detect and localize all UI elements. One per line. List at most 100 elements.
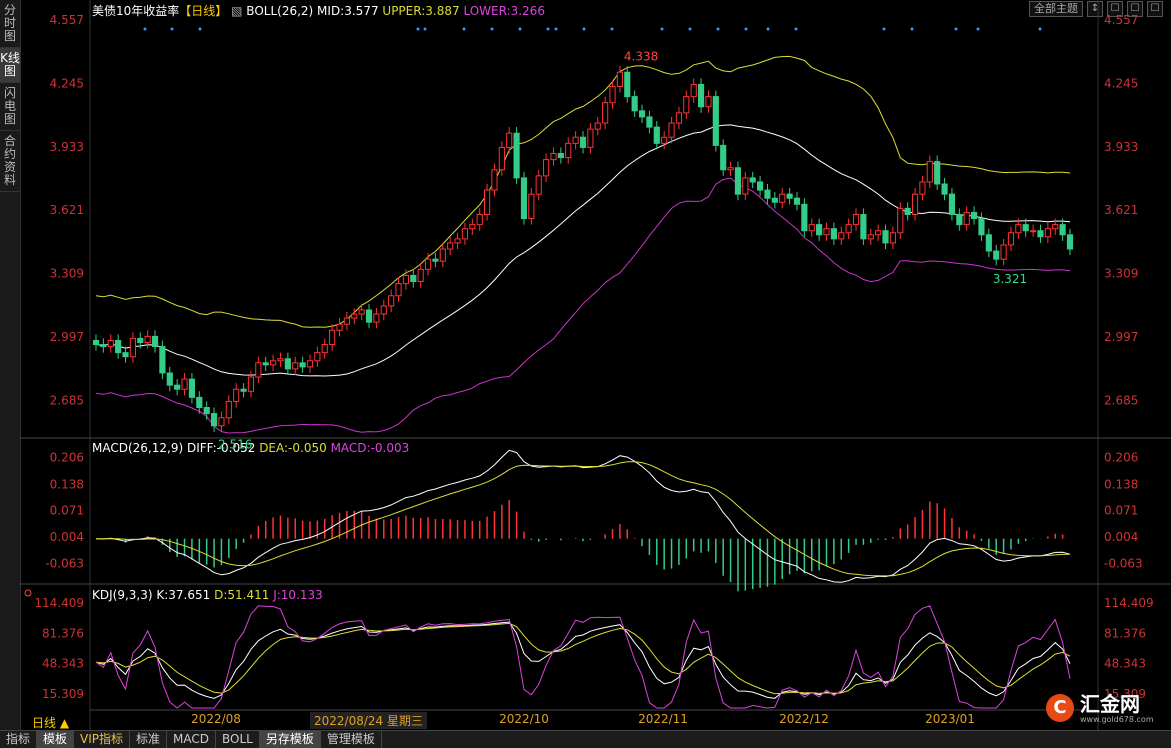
signal-dot <box>198 27 202 31</box>
tab-template[interactable]: 模板 <box>37 731 75 748</box>
candle-body <box>587 128 594 148</box>
candle-body <box>461 228 469 240</box>
candle-body <box>808 224 815 232</box>
candle-body <box>904 207 911 215</box>
high-annotation: 4.338 <box>624 50 658 64</box>
tab-macd[interactable]: MACD <box>167 731 217 748</box>
candle-body <box>675 112 683 124</box>
candle-body <box>284 358 291 370</box>
macd-y-tick-left: 0.138 <box>50 477 84 491</box>
y-tick-right: 3.621 <box>1104 203 1138 217</box>
tab-manage-template[interactable]: 管理模板 <box>321 731 382 748</box>
macd-y-tick-left: 0.004 <box>50 530 84 544</box>
macd-y-tick-right: 0.206 <box>1104 451 1138 465</box>
candle-body <box>889 232 896 244</box>
candle-body <box>506 132 513 148</box>
candle-body <box>203 407 210 415</box>
candle-body <box>543 159 550 177</box>
candle-body <box>417 268 424 283</box>
chart-canvas[interactable]: 4.557 4.557 4.245 4.245 3.933 3.933 3.621 3.621… <box>0 0 1171 747</box>
candle-body <box>151 335 159 348</box>
candle-body <box>720 144 727 171</box>
signal-dot <box>170 27 174 31</box>
candle-body <box>292 362 299 370</box>
tab-boll[interactable]: BOLL <box>216 731 260 748</box>
candle-body <box>653 126 660 144</box>
signal-dot <box>882 27 886 31</box>
x-tick-label: 2023/01 <box>925 712 975 726</box>
candle-body <box>646 116 653 128</box>
y-tick-left: 3.621 <box>50 203 84 217</box>
macd-y-tick-left: -0.063 <box>45 556 84 570</box>
candle-body <box>594 122 601 130</box>
y-tick-right: 3.933 <box>1104 140 1138 154</box>
candle-body <box>299 362 306 368</box>
candle-body <box>801 203 808 232</box>
candle-body <box>491 169 498 191</box>
dea-line <box>96 461 1071 577</box>
candle-body <box>100 344 107 348</box>
y-tick-left: 4.557 <box>50 13 84 27</box>
candle-body <box>1044 228 1051 238</box>
candle-body <box>565 142 572 159</box>
kdj-y-tick-left: 81.376 <box>42 626 84 640</box>
candle-body <box>1007 232 1015 246</box>
candle-body <box>388 295 395 307</box>
candle-body <box>262 362 269 366</box>
candle-body <box>218 417 225 427</box>
signal-dot <box>490 27 494 31</box>
y-tick-left: 3.309 <box>50 267 84 281</box>
signal-dot <box>766 27 770 31</box>
candle-body <box>483 189 491 215</box>
candle-body <box>1066 234 1074 250</box>
candle-body <box>727 167 734 171</box>
candle-body <box>823 228 830 236</box>
x-tick-label: 2022/10 <box>499 712 549 726</box>
y-tick-right: 3.309 <box>1104 267 1138 281</box>
tab-save-template[interactable]: 另存模板 <box>259 731 321 748</box>
candle-body <box>742 177 749 195</box>
candle-body <box>1030 230 1037 233</box>
tab-vip-indicator[interactable]: VIP指标 <box>74 731 131 748</box>
candle-body <box>734 167 742 195</box>
macd-y-tick-right: 0.138 <box>1104 477 1138 491</box>
candle-body <box>838 232 845 240</box>
candle-body <box>882 230 889 244</box>
candle-body <box>572 136 579 144</box>
candle-body <box>92 339 100 346</box>
candle-body <box>683 96 690 114</box>
candle-body <box>948 193 956 215</box>
candle-body <box>579 136 587 148</box>
candle-body <box>793 197 801 205</box>
candle-body <box>365 309 373 323</box>
kdj-y-tick-left: 48.343 <box>42 657 84 671</box>
candle-body <box>845 224 852 234</box>
candle-body <box>447 242 454 250</box>
candle-body <box>107 339 114 348</box>
candle-body <box>144 335 151 343</box>
y-tick-right: 2.685 <box>1104 393 1138 407</box>
candle-body <box>1022 224 1029 232</box>
candle-body <box>196 396 203 409</box>
candle-body <box>875 230 882 236</box>
candle-body <box>712 96 719 146</box>
macd-y-tick-right: -0.063 <box>1104 556 1143 570</box>
candle-body <box>210 413 218 427</box>
candle-body <box>166 372 173 386</box>
candle-body <box>174 384 181 390</box>
candle-body <box>985 234 992 252</box>
candle-body <box>424 258 432 270</box>
candle-body <box>181 378 188 390</box>
candle-body <box>476 213 483 226</box>
logo-icon: C <box>1046 694 1074 722</box>
candle-body <box>395 283 402 297</box>
period-selector[interactable]: 日线 ▲ <box>32 714 69 731</box>
tab-indicator[interactable]: 指标 <box>0 731 38 748</box>
candle-body <box>978 218 985 236</box>
tab-standard[interactable]: 标准 <box>130 731 168 748</box>
candle-body <box>668 122 675 138</box>
candle-body <box>1015 224 1022 234</box>
signal-dot <box>976 27 980 31</box>
candle-body <box>535 175 542 195</box>
candle-body <box>454 238 461 244</box>
